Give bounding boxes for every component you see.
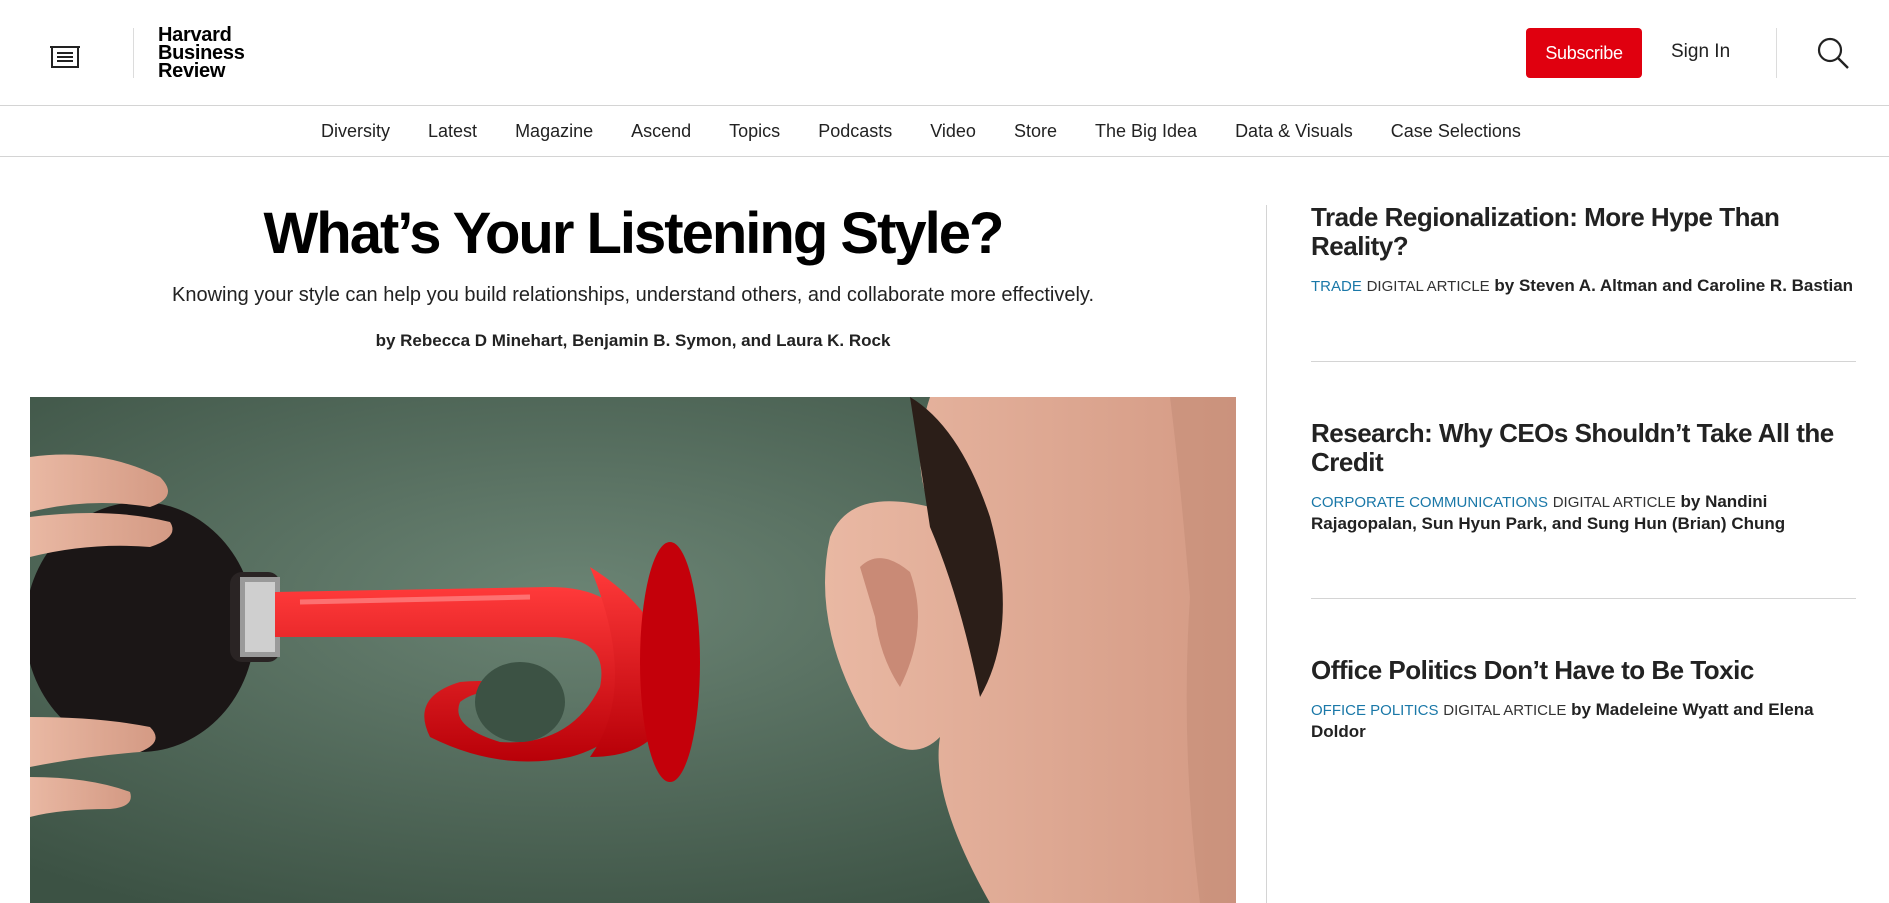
feature-title[interactable]: What’s Your Listening Style? bbox=[30, 200, 1236, 268]
hero-illustration bbox=[30, 397, 1236, 903]
article-type: DIGITAL ARTICLE bbox=[1443, 702, 1567, 719]
nav-item-magazine[interactable]: Magazine bbox=[496, 121, 612, 142]
column-divider bbox=[1266, 205, 1267, 903]
subscribe-button[interactable]: Subscribe bbox=[1526, 28, 1642, 78]
sidebar-article-meta: TRADE DIGITAL ARTICLE by Steven A. Altma… bbox=[1311, 275, 1856, 297]
sign-in-link[interactable]: Sign In bbox=[1671, 41, 1730, 63]
sidebar-article-title[interactable]: Office Politics Don’t Have to Be Toxic bbox=[1311, 656, 1856, 685]
primary-nav: Diversity Latest Magazine Ascend Topics … bbox=[0, 106, 1889, 157]
sidebar-divider bbox=[1311, 598, 1856, 599]
article-topic-link[interactable]: TRADE bbox=[1311, 278, 1362, 295]
sidebar-article-title[interactable]: Research: Why CEOs Shouldn’t Take All th… bbox=[1311, 419, 1856, 477]
nav-item-store[interactable]: Store bbox=[995, 121, 1076, 142]
sidebar-article: Trade Regionalization: More Hype Than Re… bbox=[1311, 203, 1856, 297]
menu-icon bbox=[50, 46, 80, 68]
nav-item-ascend[interactable]: Ascend bbox=[612, 121, 710, 142]
nav-item-latest[interactable]: Latest bbox=[409, 121, 496, 142]
logo-line: Review bbox=[158, 60, 226, 82]
site-header: Harvard Business Review Subscribe Sign I… bbox=[0, 0, 1889, 106]
article-type: DIGITAL ARTICLE bbox=[1552, 494, 1676, 511]
nav-item-podcasts[interactable]: Podcasts bbox=[799, 121, 911, 142]
article-topic-link[interactable]: OFFICE POLITICS bbox=[1311, 702, 1439, 719]
nav-list: Diversity Latest Magazine Ascend Topics … bbox=[302, 106, 1540, 157]
sidebar-article: Research: Why CEOs Shouldn’t Take All th… bbox=[1311, 419, 1856, 534]
article-type: DIGITAL ARTICLE bbox=[1366, 278, 1490, 295]
nav-item-diversity[interactable]: Diversity bbox=[302, 121, 409, 142]
nav-item-case-selections[interactable]: Case Selections bbox=[1372, 121, 1540, 142]
search-button[interactable] bbox=[1816, 36, 1850, 70]
search-icon bbox=[1817, 37, 1849, 69]
menu-button[interactable] bbox=[48, 43, 82, 71]
nav-item-big-idea[interactable]: The Big Idea bbox=[1076, 121, 1216, 142]
nav-item-video[interactable]: Video bbox=[911, 121, 995, 142]
sidebar-divider bbox=[1311, 361, 1856, 362]
sidebar-article-meta: CORPORATE COMMUNICATIONS DIGITAL ARTICLE… bbox=[1311, 491, 1856, 534]
sidebar-article: Office Politics Don’t Have to Be Toxic O… bbox=[1311, 656, 1856, 742]
hbr-logo[interactable]: Harvard Business Review bbox=[158, 25, 245, 82]
feature-dek: Knowing your style can help you build re… bbox=[171, 284, 1095, 306]
article-topic-link[interactable]: CORPORATE COMMUNICATIONS bbox=[1311, 494, 1548, 511]
feature-hero-image[interactable] bbox=[30, 397, 1236, 903]
header-divider bbox=[133, 28, 134, 78]
nav-item-topics[interactable]: Topics bbox=[710, 121, 799, 142]
header-divider bbox=[1776, 28, 1777, 78]
article-authors: by Steven A. Altman and Caroline R. Bast… bbox=[1494, 276, 1854, 295]
sidebar-article-meta: OFFICE POLITICS DIGITAL ARTICLE by Madel… bbox=[1311, 699, 1856, 742]
nav-item-data-visuals[interactable]: Data & Visuals bbox=[1216, 121, 1372, 142]
feature-byline: by Rebecca D Minehart, Benjamin B. Symon… bbox=[375, 331, 891, 350]
sidebar-article-title[interactable]: Trade Regionalization: More Hype Than Re… bbox=[1311, 203, 1856, 261]
